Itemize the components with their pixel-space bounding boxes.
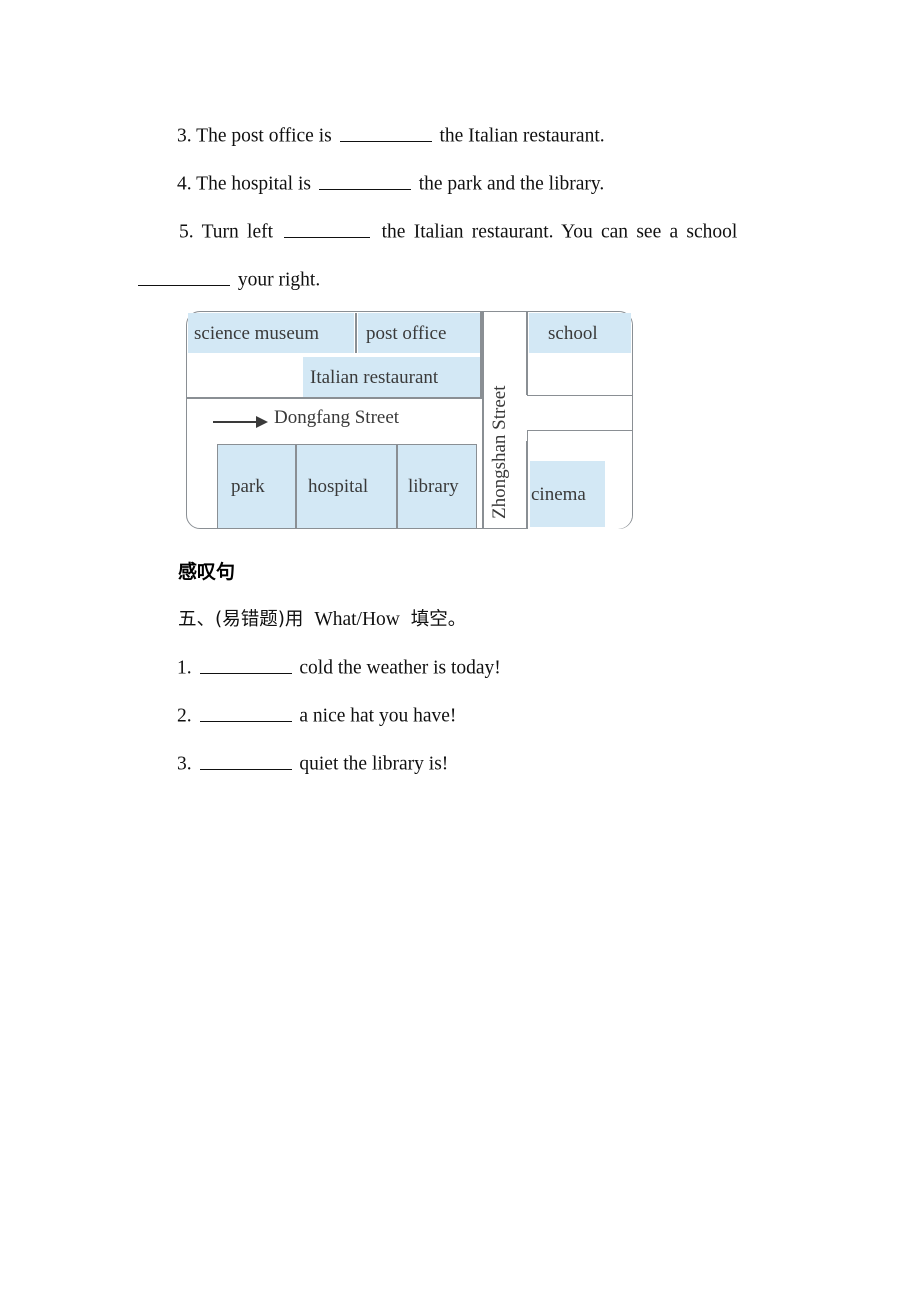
exclamatory-question-3-text: quiet the library is!: [299, 753, 449, 775]
label-post-office: post office: [366, 323, 447, 344]
instruction-prefix: 五、(易错题)用: [178, 609, 304, 630]
question-5-post-text: the Italian restaurant. You can see a sc…: [381, 221, 738, 243]
dongfang-street-marker: Dongfang Street: [212, 407, 462, 433]
exclamatory-question-1-blank[interactable]: [199, 654, 292, 674]
label-library: library: [408, 476, 459, 497]
right-arrow-icon: [213, 416, 268, 428]
nw-block-bottom-edge: [186, 397, 482, 399]
exclamatory-question-3-blank[interactable]: [199, 750, 292, 770]
question-4-post-text: the park and the library.: [418, 173, 605, 195]
question-5-continuation-text: your right.: [237, 269, 321, 291]
question-3-post-text: the Italian restaurant.: [439, 125, 605, 147]
question-5-number: 5.: [179, 221, 194, 243]
label-school: school: [548, 323, 598, 344]
section-instruction: 五、(易错题)用 What/How 填空。: [178, 605, 466, 631]
question-3: 3. The post office is the Italian restau…: [177, 122, 605, 148]
question-4-pre-text: The hospital is: [196, 173, 311, 195]
exclamatory-question-3: 3. quiet the library is!: [177, 750, 448, 776]
label-cinema: cinema: [531, 484, 586, 505]
question-5-blank-1[interactable]: [284, 218, 371, 238]
label-hospital: hospital: [308, 476, 369, 497]
instruction-suffix: 填空。: [410, 609, 467, 630]
question-3-number: 3.: [177, 125, 192, 147]
exclamatory-question-1-number: 1.: [177, 657, 192, 679]
question-5-blank-2[interactable]: [138, 266, 230, 286]
question-5-continuation: your right.: [138, 266, 320, 292]
label-park: park: [231, 476, 265, 497]
question-4-blank[interactable]: [318, 170, 411, 190]
question-5: 5. Turn left the Italian restaurant. You…: [179, 218, 737, 244]
label-science-museum: science museum: [194, 323, 320, 344]
question-5-pre-text: Turn left: [201, 221, 274, 243]
exclamatory-question-2: 2. a nice hat you have!: [177, 702, 456, 728]
exclamatory-question-2-number: 2.: [177, 705, 192, 727]
exclamatory-question-1: 1. cold the weather is today!: [177, 654, 501, 680]
street-map-diagram: science museum post office Italian resta…: [186, 311, 633, 529]
nw-block-inner-divider: [355, 313, 357, 353]
question-3-blank[interactable]: [339, 122, 432, 142]
instruction-keyword: What/How: [314, 609, 400, 630]
label-zhongshan-street: Zhongshan Street: [489, 385, 510, 519]
exclamatory-question-2-text: a nice hat you have!: [299, 705, 457, 727]
hospital-library-divider: [396, 444, 398, 528]
label-dongfang-street: Dongfang Street: [274, 407, 400, 428]
exclamatory-question-2-blank[interactable]: [199, 702, 292, 722]
question-4-number: 4.: [177, 173, 192, 195]
section-heading-exclamatory: 感叹句: [178, 561, 236, 583]
question-4: 4. The hospital is the park and the libr…: [177, 170, 604, 196]
park-hospital-divider: [295, 444, 297, 528]
exclamatory-question-1-text: cold the weather is today!: [299, 657, 501, 679]
worksheet-page: 3. The post office is the Italian restau…: [0, 0, 920, 1302]
zhongshan-west-edge: [482, 311, 484, 529]
question-3-pre-text: The post office is: [196, 125, 332, 147]
exclamatory-question-3-number: 3.: [177, 753, 192, 775]
label-italian-restaurant: Italian restaurant: [310, 367, 439, 388]
